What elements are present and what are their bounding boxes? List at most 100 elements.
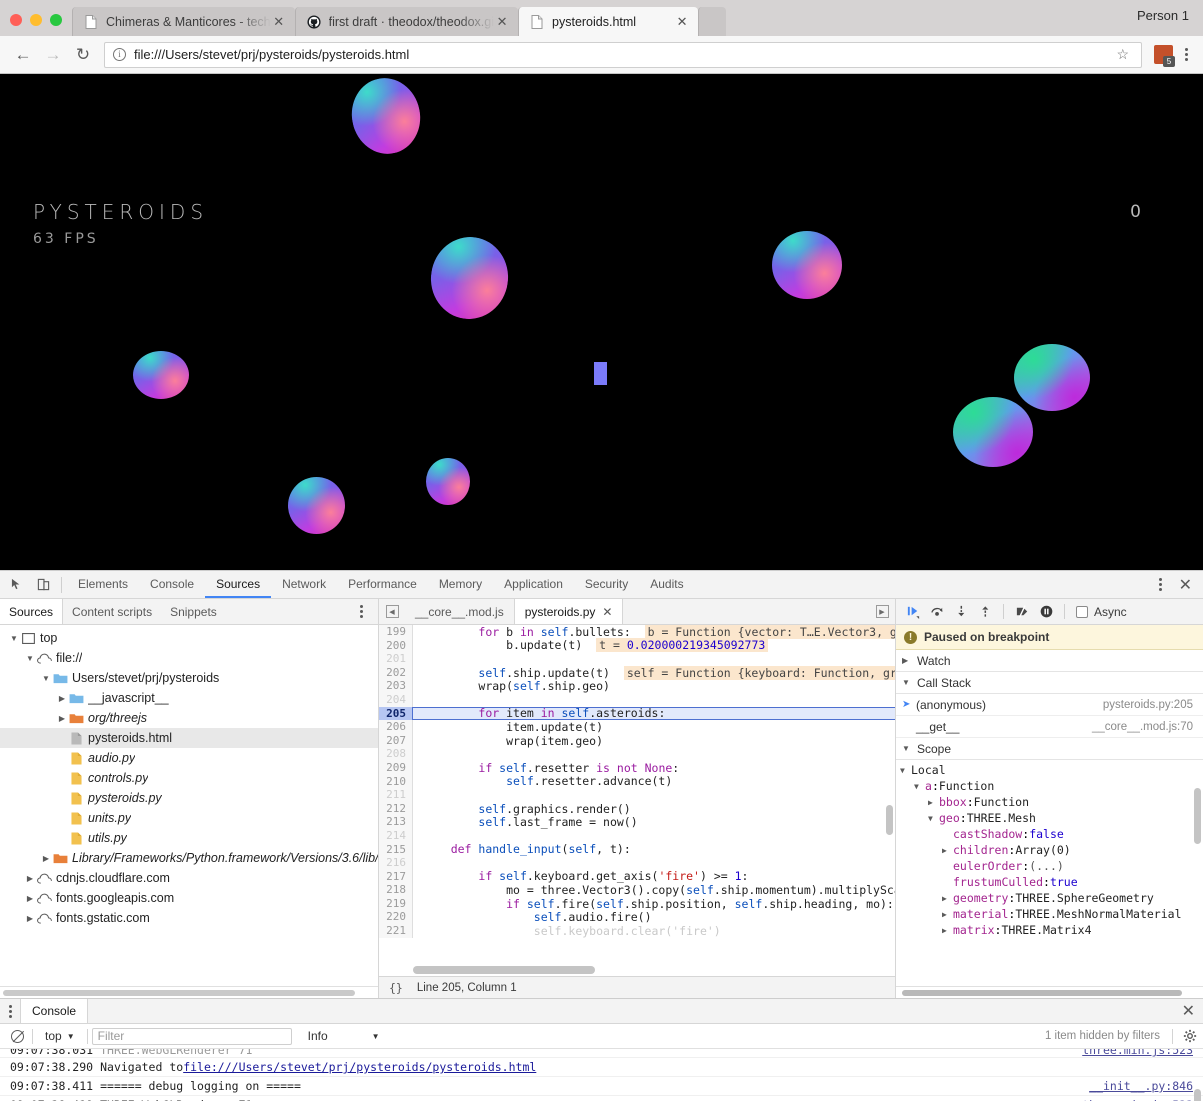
- navigator-menu-icon[interactable]: [352, 599, 370, 624]
- async-checkbox[interactable]: [1076, 605, 1088, 618]
- tree-file[interactable]: controls.py: [0, 768, 378, 788]
- code-line[interactable]: 206 item.update(t): [379, 720, 895, 734]
- line-number[interactable]: 217: [379, 869, 413, 884]
- tab-close-icon[interactable]: ✕: [674, 14, 690, 30]
- chevron-down-icon[interactable]: ▼: [24, 654, 36, 663]
- code-line[interactable]: 221 self.keyboard.clear('fire'): [379, 924, 895, 938]
- gear-icon[interactable]: [1177, 1029, 1203, 1043]
- code-line[interactable]: 217 if self.keyboard.get_axis('fire') >=…: [379, 869, 895, 884]
- devtools-close-icon[interactable]: ✕: [1174, 575, 1197, 595]
- code-line[interactable]: 213 self.last_frame = now(): [379, 815, 895, 829]
- line-number[interactable]: 201: [379, 652, 413, 666]
- tree-folder[interactable]: ▶ __javascript__: [0, 688, 378, 708]
- line-number[interactable]: 210: [379, 774, 413, 789]
- tree-folder[interactable]: ▼ Users/stevet/prj/pysteroids: [0, 668, 378, 688]
- line-number[interactable]: 216: [379, 856, 413, 870]
- code-line[interactable]: 219 if self.fire(self.ship.position, sel…: [379, 897, 895, 911]
- tab-sources[interactable]: Sources: [205, 571, 272, 598]
- tab-close-icon[interactable]: ✕: [271, 14, 287, 30]
- code-line[interactable]: 210 self.resetter.advance(t): [379, 774, 895, 789]
- tree-file[interactable]: units.py: [0, 808, 378, 828]
- chevron-right-icon[interactable]: ▶: [24, 914, 36, 923]
- scope-row[interactable]: ▶ children: Array(0): [896, 842, 1203, 858]
- devtools-menu-icon[interactable]: [1152, 578, 1170, 591]
- code-line[interactable]: 211: [379, 788, 895, 802]
- line-number[interactable]: 200: [379, 638, 413, 653]
- call-stack-frame[interactable]: __get__ __core__.mod.js:70: [896, 716, 1203, 738]
- call-stack-section-header[interactable]: ▼ Call Stack: [896, 672, 1203, 694]
- editor-vertical-scrollbar[interactable]: [886, 805, 893, 835]
- editor-tab-close-icon[interactable]: ✕: [602, 605, 612, 619]
- scope-row[interactable]: frustumCulled: true: [896, 874, 1203, 890]
- editor-horizontal-scrollbar[interactable]: [413, 966, 881, 974]
- line-number[interactable]: 202: [379, 665, 413, 680]
- tree-folder[interactable]: ▶ org/threejs: [0, 708, 378, 728]
- chevron-right-icon[interactable]: ▶: [942, 926, 953, 935]
- tab-close-icon[interactable]: ✕: [494, 14, 510, 30]
- navigator-tab-snippets[interactable]: Snippets: [161, 599, 226, 624]
- console-vertical-scrollbar[interactable]: [1194, 1089, 1201, 1101]
- tree-node[interactable]: ▶ fonts.gstatic.com: [0, 908, 378, 928]
- scope-row[interactable]: ▶ geometry: THREE.SphereGeometry: [896, 890, 1203, 906]
- chevron-right-icon[interactable]: ▶: [24, 894, 36, 903]
- line-number[interactable]: 214: [379, 828, 413, 843]
- close-window-button[interactable]: [10, 14, 22, 26]
- console-filter-input[interactable]: Filter: [91, 1027, 292, 1045]
- code-line[interactable]: 220 self.audio.fire(): [379, 910, 895, 924]
- star-icon[interactable]: ☆: [1112, 46, 1133, 63]
- tree-file[interactable]: audio.py: [0, 748, 378, 768]
- code-line[interactable]: 200 b.update(t) t = 0.020000219345092773: [379, 638, 895, 653]
- forward-arrow-icon[interactable]: →: [38, 40, 68, 70]
- scope-horizontal-scrollbar[interactable]: [896, 986, 1203, 998]
- line-number[interactable]: 207: [379, 733, 413, 748]
- navigator-tab-content-scripts[interactable]: Content scripts: [63, 599, 161, 624]
- tab-application[interactable]: Application: [493, 571, 574, 598]
- scope-section-header[interactable]: ▼ Scope: [896, 738, 1203, 760]
- tree-node[interactable]: ▼ top: [0, 628, 378, 648]
- line-number[interactable]: 211: [379, 788, 413, 802]
- scope-row[interactable]: ▼ geo: THREE.Mesh: [896, 810, 1203, 826]
- chevron-down-icon[interactable]: ▼: [8, 634, 20, 643]
- clear-console-icon[interactable]: [6, 1029, 28, 1043]
- line-number[interactable]: 206: [379, 720, 413, 734]
- tree-node[interactable]: ▼ file://: [0, 648, 378, 668]
- line-number[interactable]: 221: [379, 924, 413, 938]
- console-message[interactable]: 09:07:38.419THREE.WebGLRenderer 71three.…: [0, 1096, 1203, 1101]
- chevron-right-icon[interactable]: ▶: [56, 694, 68, 703]
- back-arrow-icon[interactable]: ←: [8, 40, 38, 70]
- browser-tab[interactable]: first draft · theodox/theodox.gi ✕: [294, 7, 519, 36]
- console-level-selector[interactable]: Info ▼: [308, 1029, 380, 1043]
- pause-on-exceptions-icon[interactable]: [1035, 601, 1057, 623]
- code-line[interactable]: 216: [379, 856, 895, 870]
- scope-row[interactable]: ▶ bbox: Function: [896, 794, 1203, 810]
- line-number[interactable]: 199: [379, 625, 413, 639]
- chevron-down-icon[interactable]: ▼: [928, 814, 939, 823]
- tree-file[interactable]: pysteroids.py: [0, 788, 378, 808]
- line-number[interactable]: 215: [379, 842, 413, 857]
- tab-security[interactable]: Security: [574, 571, 639, 598]
- prev-file-icon[interactable]: ◀: [379, 599, 405, 624]
- tree-folder[interactable]: ▶ Library/Frameworks/Python.framework/Ver…: [0, 848, 378, 868]
- code-line[interactable]: 207 wrap(item.geo): [379, 734, 895, 748]
- chevron-right-icon[interactable]: ▶: [928, 798, 939, 807]
- scope-row[interactable]: ▶ matrix: THREE.Matrix4: [896, 922, 1203, 938]
- deactivate-breakpoints-icon[interactable]: [1011, 601, 1033, 623]
- code-editor[interactable]: 199 for b in self.bullets: b = Function …: [379, 625, 895, 976]
- drawer-menu-icon[interactable]: [0, 999, 20, 1023]
- code-line[interactable]: 209 if self.resetter is not None:: [379, 761, 895, 775]
- chevron-right-icon[interactable]: ▶: [942, 910, 953, 919]
- console-context-selector[interactable]: top ▼: [37, 1029, 83, 1043]
- line-number[interactable]: 205: [379, 706, 413, 721]
- line-number[interactable]: 203: [379, 679, 413, 693]
- code-line[interactable]: 215 def handle_input(self, t):: [379, 842, 895, 857]
- navigator-tab-sources[interactable]: Sources: [0, 599, 64, 624]
- line-number[interactable]: 213: [379, 815, 413, 829]
- async-checkbox-row[interactable]: Async: [1076, 605, 1127, 619]
- code-line[interactable]: 201: [379, 652, 895, 666]
- scope-row[interactable]: ▶ material: THREE.MeshNormalMaterial: [896, 906, 1203, 922]
- chevron-right-icon[interactable]: ▶: [56, 714, 68, 723]
- console-message[interactable]: 09:07:38.031 THREE.WebGLRenderer 71 three.…: [0, 1049, 1203, 1058]
- console-message-list[interactable]: 09:07:38.031 THREE.WebGLRenderer 71 three.…: [0, 1049, 1203, 1101]
- line-number[interactable]: 209: [379, 760, 413, 775]
- address-bar[interactable]: i file:///Users/stevet/prj/pysteroids/py…: [104, 41, 1142, 68]
